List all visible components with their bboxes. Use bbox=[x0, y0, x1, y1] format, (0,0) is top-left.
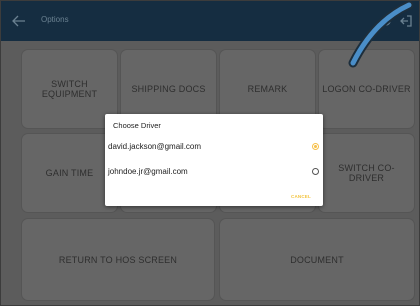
driver-email: johndoe.jr@gmail.com bbox=[108, 167, 188, 176]
refresh-icon[interactable] bbox=[379, 14, 393, 28]
dialog-title: Choose Driver bbox=[113, 121, 161, 130]
radio-selected-icon[interactable] bbox=[312, 143, 319, 150]
switch-co-driver-button[interactable]: SWITCH CO-DRIVER bbox=[318, 133, 415, 213]
gain-time-button[interactable]: GAIN TIME bbox=[21, 133, 118, 213]
choose-driver-dialog: Choose Driver david.jackson@gmail.com jo… bbox=[105, 114, 323, 206]
back-arrow-icon[interactable] bbox=[11, 14, 27, 28]
tile-label: REMARK bbox=[247, 84, 288, 94]
document-button[interactable]: DOCUMENT bbox=[219, 218, 415, 301]
tile-label: SHIPPING DOCS bbox=[131, 84, 206, 94]
tile-label: SWITCH CO-DRIVER bbox=[338, 163, 395, 183]
logout-icon[interactable] bbox=[399, 14, 413, 28]
driver-option-1[interactable]: david.jackson@gmail.com bbox=[105, 138, 323, 156]
switch-equipment-button[interactable]: SWITCH EQUIPMENT bbox=[21, 49, 118, 129]
driver-email: david.jackson@gmail.com bbox=[108, 142, 202, 151]
tile-label: GAIN TIME bbox=[45, 168, 94, 178]
radio-unselected-icon[interactable] bbox=[312, 168, 319, 175]
tile-label: SWITCH EQUIPMENT bbox=[41, 79, 98, 99]
cancel-button[interactable]: CANCEL bbox=[291, 194, 311, 199]
options-screen: Options SWITCH EQUIPMENT SHIPPING DOCS R… bbox=[0, 0, 420, 306]
app-bar: Options bbox=[1, 1, 419, 41]
tile-label: DOCUMENT bbox=[290, 254, 344, 265]
logon-co-driver-button[interactable]: LOGON CO-DRIVER bbox=[318, 49, 415, 129]
page-title: Options bbox=[41, 15, 69, 24]
return-to-hos-screen-button[interactable]: RETURN TO HOS SCREEN bbox=[21, 218, 215, 301]
tile-label: LOGON CO-DRIVER bbox=[322, 84, 411, 94]
driver-option-2[interactable]: johndoe.jr@gmail.com bbox=[105, 163, 323, 181]
tile-label: RETURN TO HOS SCREEN bbox=[58, 254, 178, 265]
